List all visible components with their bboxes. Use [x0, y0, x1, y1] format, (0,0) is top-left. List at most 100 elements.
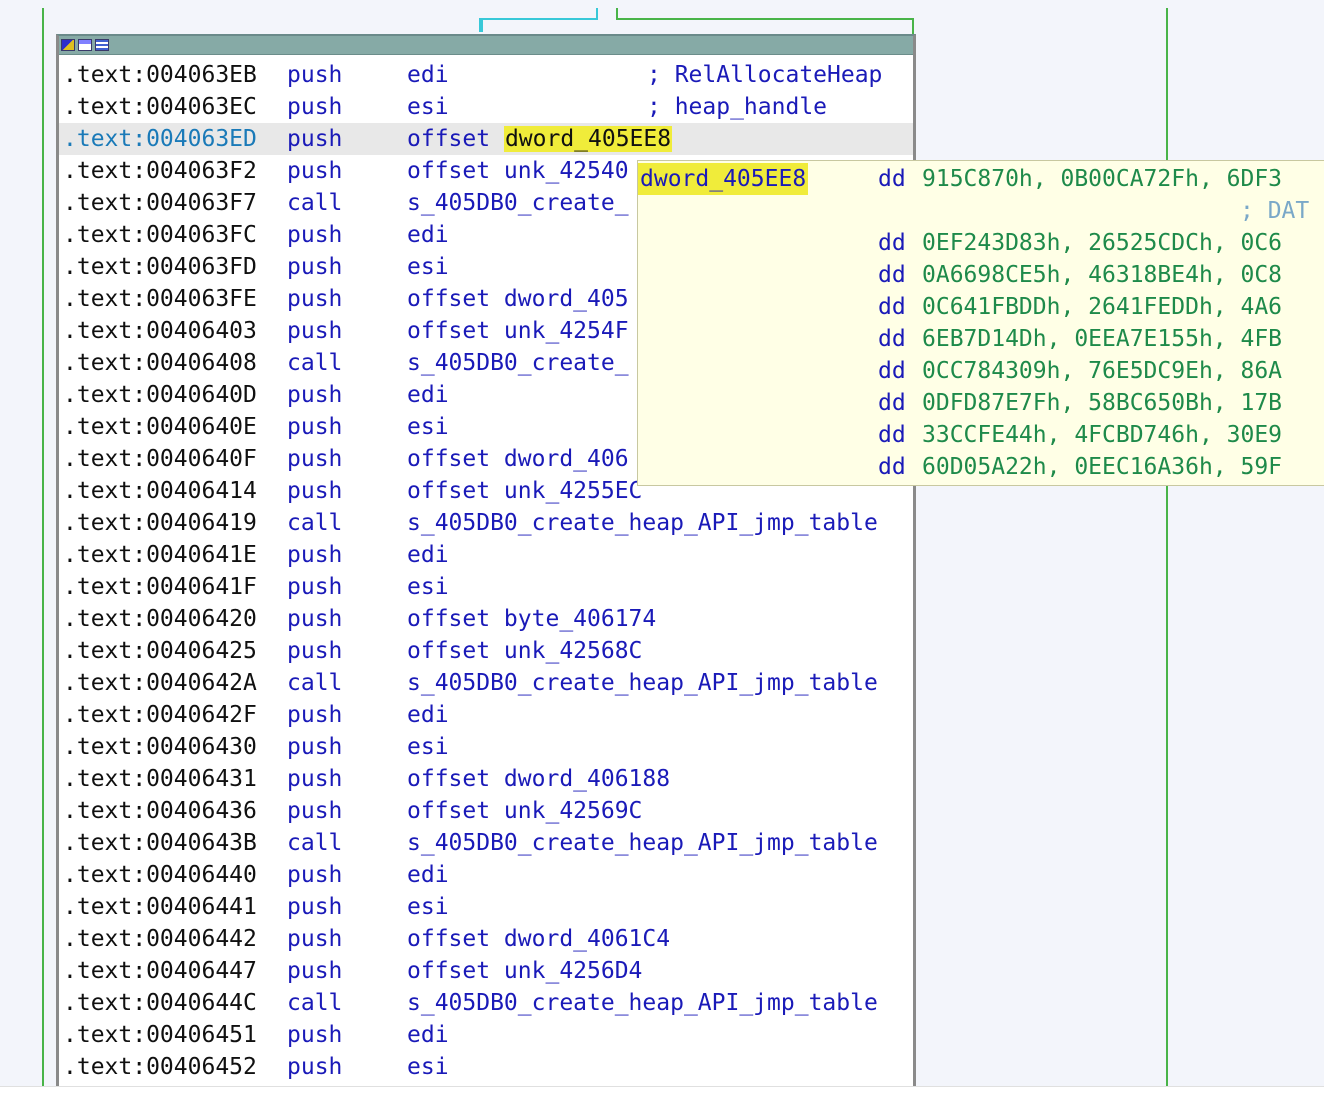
mnemonic[interactable]: push — [287, 59, 342, 91]
mnemonic[interactable]: push — [287, 955, 342, 987]
address[interactable]: .text:004063EB — [63, 59, 257, 91]
address[interactable]: .text:004063FD — [63, 251, 257, 283]
operand[interactable]: s_405DB0_create_ — [407, 347, 629, 379]
operand[interactable]: offset unk_42540 — [407, 155, 629, 187]
mnemonic[interactable]: push — [287, 635, 342, 667]
disasm-row[interactable]: .text:00406447 push offset unk_4256D4 — [59, 955, 913, 987]
disasm-row[interactable]: .text:0040642F push edi — [59, 699, 913, 731]
address[interactable]: .text:00406442 — [63, 923, 257, 955]
operand[interactable]: esi — [407, 411, 449, 443]
disasm-row[interactable]: .text:004063ED push offset dword_405EE8 — [59, 123, 913, 155]
operand[interactable]: offset dword_4061C4 — [407, 923, 670, 955]
address[interactable]: .text:00406452 — [63, 1051, 257, 1083]
disasm-row[interactable]: .text:0040643B call s_405DB0_create_heap_A… — [59, 827, 913, 859]
node-titlebar[interactable] — [59, 36, 913, 55]
highlighted-symbol[interactable]: dword_405EE8 — [503, 126, 673, 152]
operand[interactable]: offset unk_4256D4 — [407, 955, 642, 987]
operand[interactable]: offset byte_406174 — [407, 603, 656, 635]
operand[interactable]: esi — [407, 1051, 449, 1083]
address[interactable]: .text:004063F2 — [63, 155, 257, 187]
address[interactable]: .text:004063F7 — [63, 187, 257, 219]
mnemonic[interactable]: push — [287, 571, 342, 603]
address[interactable]: .text:004063ED — [63, 123, 257, 155]
mnemonic[interactable]: push — [287, 315, 342, 347]
address[interactable]: .text:00406419 — [63, 507, 257, 539]
address[interactable]: .text:00406403 — [63, 315, 257, 347]
address[interactable]: .text:0040642F — [63, 699, 257, 731]
mnemonic[interactable]: push — [287, 475, 342, 507]
mnemonic[interactable]: push — [287, 91, 342, 123]
mnemonic[interactable]: call — [287, 987, 342, 1019]
address[interactable]: .text:00406451 — [63, 1019, 257, 1051]
address[interactable]: .text:00406408 — [63, 347, 257, 379]
operand[interactable]: offset dword_405EE8 — [407, 123, 673, 155]
operand[interactable]: edi — [407, 59, 449, 91]
disasm-row[interactable]: .text:00406430 push esi — [59, 731, 913, 763]
operand[interactable]: edi — [407, 699, 449, 731]
address[interactable]: .text:00406414 — [63, 475, 257, 507]
operand[interactable]: edi — [407, 859, 449, 891]
mnemonic[interactable]: push — [287, 251, 342, 283]
operand[interactable]: esi — [407, 91, 449, 123]
operand[interactable]: offset dword_405 — [407, 283, 629, 315]
mnemonic[interactable]: push — [287, 379, 342, 411]
address[interactable]: .text:0040642A — [63, 667, 257, 699]
disasm-row[interactable]: .text:00406425 push offset unk_42568C — [59, 635, 913, 667]
operand[interactable]: offset unk_42568C — [407, 635, 642, 667]
mnemonic[interactable]: push — [287, 603, 342, 635]
mnemonic[interactable]: push — [287, 411, 342, 443]
mnemonic[interactable]: push — [287, 155, 342, 187]
graph-overview-icon[interactable] — [61, 39, 75, 51]
graph-icon[interactable] — [78, 39, 92, 51]
mnemonic[interactable]: push — [287, 731, 342, 763]
disasm-row[interactable]: .text:004063EC push esi ; heap_handle — [59, 91, 913, 123]
mnemonic[interactable]: push — [287, 539, 342, 571]
disasm-row[interactable]: .text:00406420 push offset byte_406174 — [59, 603, 913, 635]
disasm-row[interactable]: .text:00406441 push esi — [59, 891, 913, 923]
mnemonic[interactable]: push — [287, 1051, 342, 1083]
mnemonic[interactable]: call — [287, 507, 342, 539]
disasm-row[interactable]: .text:00406431 push offset dword_406188 — [59, 763, 913, 795]
disasm-row[interactable]: .text:00406451 push edi — [59, 1019, 913, 1051]
disasm-row[interactable]: .text:00406442 push offset dword_4061C4 — [59, 923, 913, 955]
operand[interactable]: esi — [407, 251, 449, 283]
operand[interactable]: offset dword_406 — [407, 443, 629, 475]
address[interactable]: .text:0040640E — [63, 411, 257, 443]
operand[interactable]: edi — [407, 1019, 449, 1051]
operand[interactable]: s_405DB0_create_heap_API_jmp_table — [407, 827, 878, 859]
mnemonic[interactable]: push — [287, 795, 342, 827]
address[interactable]: .text:00406441 — [63, 891, 257, 923]
mnemonic[interactable]: push — [287, 923, 342, 955]
operand[interactable]: s_405DB0_create_heap_API_jmp_table — [407, 667, 878, 699]
disasm-row[interactable]: .text:00406452 push esi — [59, 1051, 913, 1083]
mnemonic[interactable]: call — [287, 827, 342, 859]
operand[interactable]: s_405DB0_create_heap_API_jmp_table — [407, 507, 878, 539]
address[interactable]: .text:0040640D — [63, 379, 257, 411]
disasm-row[interactable]: .text:00406440 push edi — [59, 859, 913, 891]
operand[interactable]: esi — [407, 731, 449, 763]
mnemonic[interactable]: push — [287, 699, 342, 731]
mnemonic[interactable]: push — [287, 891, 342, 923]
operand[interactable]: offset unk_42569C — [407, 795, 642, 827]
address[interactable]: .text:0040644C — [63, 987, 257, 1019]
operand[interactable]: edi — [407, 379, 449, 411]
mnemonic[interactable]: push — [287, 123, 342, 155]
address[interactable]: .text:00406430 — [63, 731, 257, 763]
mnemonic[interactable]: push — [287, 443, 342, 475]
address[interactable]: .text:004063FC — [63, 219, 257, 251]
mnemonic[interactable]: push — [287, 283, 342, 315]
disasm-row[interactable]: .text:0040641F push esi — [59, 571, 913, 603]
address[interactable]: .text:00406440 — [63, 859, 257, 891]
mnemonic[interactable]: push — [287, 763, 342, 795]
disasm-row[interactable]: .text:00406436 push offset unk_42569C — [59, 795, 913, 827]
operand[interactable]: s_405DB0_create_heap_API_jmp_table — [407, 987, 878, 1019]
disasm-row[interactable]: .text:00406419 call s_405DB0_create_heap_A… — [59, 507, 913, 539]
address[interactable]: .text:0040641E — [63, 539, 257, 571]
address[interactable]: .text:0040643B — [63, 827, 257, 859]
disasm-row[interactable]: .text:0040641E push edi — [59, 539, 913, 571]
mnemonic[interactable]: call — [287, 667, 342, 699]
address[interactable]: .text:00406447 — [63, 955, 257, 987]
mnemonic[interactable]: push — [287, 219, 342, 251]
address[interactable]: .text:0040641F — [63, 571, 257, 603]
address[interactable]: .text:00406425 — [63, 635, 257, 667]
